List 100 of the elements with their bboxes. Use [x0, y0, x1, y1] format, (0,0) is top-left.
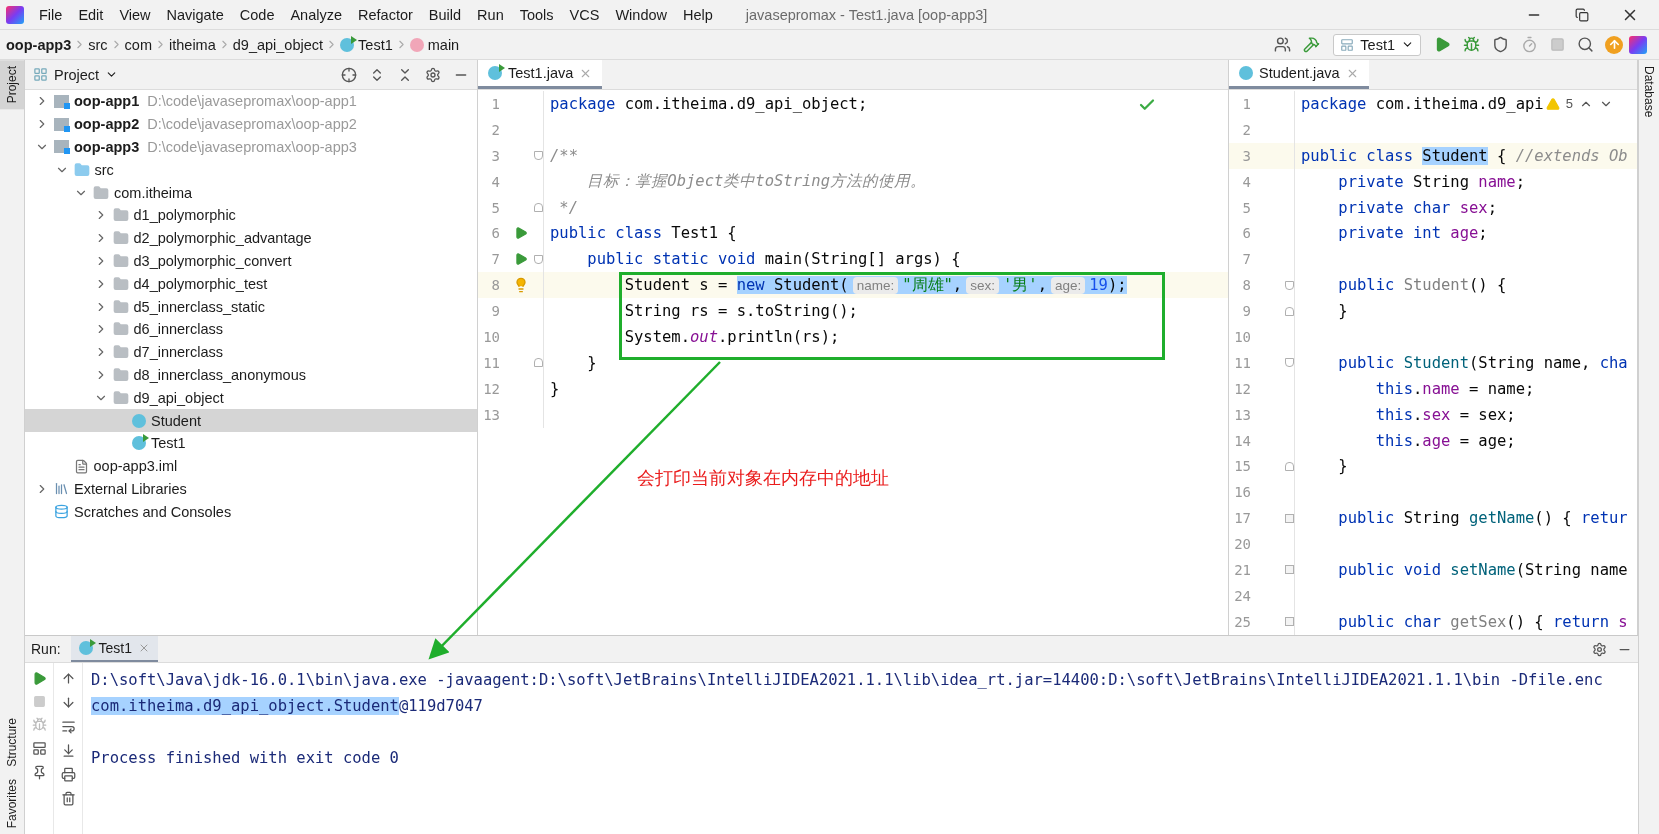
menu-item[interactable]: Help — [676, 4, 720, 25]
tool-window-tab[interactable]: Project — [0, 60, 24, 110]
tree-item[interactable]: oop-app1 D:\code\javasepromax\oop-app1 — [25, 90, 477, 113]
warning-count: 5 — [1565, 96, 1573, 111]
menu-item[interactable]: Window — [608, 4, 674, 25]
tree-item[interactable]: d6_innerclass — [25, 317, 477, 341]
tree-item[interactable]: oop-app2 D:\code\javasepromax\oop-app2 — [25, 112, 477, 136]
path-text: D:\code\javasepromax\oop-app2 — [147, 116, 357, 133]
layout-icon[interactable] — [31, 741, 47, 756]
clear-icon[interactable] — [60, 791, 76, 806]
breadcrumb[interactable]: src — [88, 36, 108, 53]
panel-title[interactable]: Project — [54, 66, 100, 83]
up-icon[interactable] — [60, 671, 76, 686]
menu-item[interactable]: Edit — [71, 4, 111, 25]
run-icon[interactable] — [514, 252, 528, 267]
method-icon — [409, 37, 424, 52]
tool-window-tab[interactable]: Database — [1639, 60, 1659, 124]
console-line: com.itheima.d9_api_object.Student@119d7047 — [91, 696, 484, 717]
menu-item[interactable]: File — [32, 4, 70, 25]
menu-item[interactable]: Analyze — [283, 4, 350, 25]
line-number: 1 — [1241, 95, 1252, 112]
console-line: D:\soft\Java\jdk-16.0.1\bin\java.exe -javaagent:D:\soft\JetBrains\IntelliJIDEA2021.1.1\lib\idea_rt.jar=14400:D:\soft\JetBrains\IntelliJIDEA2021.1.1\bin -Dfile.enc — [91, 670, 1603, 691]
line-number: 24 — [1233, 587, 1252, 604]
code-text: public Student() { — [1337, 276, 1507, 295]
run-tab[interactable]: Test1 — [70, 636, 159, 662]
tree-item[interactable]: d7_innerclass — [25, 340, 477, 364]
tree-item[interactable]: Scratches and Consoles — [25, 500, 477, 524]
code-text: this.sex = sex; — [1374, 405, 1516, 424]
line-number: 6 — [1241, 225, 1252, 242]
locate-icon[interactable] — [341, 66, 357, 83]
tool-window-tab[interactable]: Structure — [0, 711, 24, 773]
runnable-class-icon — [78, 641, 93, 655]
toolbox-logo[interactable] — [1629, 35, 1647, 54]
tree-item[interactable]: d5_innerclass_static — [25, 295, 477, 318]
line-number: 14 — [1233, 432, 1252, 449]
breadcrumb[interactable]: main — [409, 36, 460, 53]
editor-tab[interactable]: Student.java — [1229, 60, 1369, 89]
pin-icon[interactable] — [31, 765, 47, 780]
tree-item[interactable]: d2_polymorphic_advantage — [25, 226, 477, 250]
menu-item[interactable]: View — [112, 4, 158, 25]
breadcrumb[interactable]: itheima — [169, 36, 216, 53]
menu-item[interactable]: Navigate — [159, 4, 231, 25]
tool-window-tab[interactable]: Favorites — [0, 772, 24, 834]
tree-item[interactable]: d9_api_object — [25, 386, 477, 410]
folder-icon — [73, 161, 90, 178]
tree-item[interactable]: src — [25, 158, 477, 182]
tree-item[interactable]: External Libraries — [25, 477, 477, 501]
tree-item[interactable]: Test1 — [25, 431, 477, 455]
line-number: 1 — [490, 95, 501, 112]
run-icon[interactable] — [514, 226, 528, 241]
menu-item[interactable]: Refactor — [351, 4, 420, 25]
code-text: Student s = new Student( name: "周雄", sex: '男', age: 19); — [623, 274, 1127, 296]
debug-icon[interactable] — [1463, 36, 1480, 53]
user-icon[interactable] — [1274, 36, 1292, 53]
tree-item[interactable]: oop-app3 D:\code\javasepromax\oop-app3 — [25, 135, 477, 159]
code-text: public String getName() { retur — [1337, 509, 1628, 528]
line-number: 12 — [1233, 380, 1252, 397]
rerun-icon[interactable] — [31, 671, 47, 686]
tree-item[interactable]: d3_polymorphic_convert — [25, 249, 477, 273]
line-number: 9 — [1241, 303, 1252, 320]
menu-item[interactable]: Tools — [512, 4, 561, 25]
run-config-select[interactable]: Test1 — [1333, 33, 1421, 56]
breadcrumb[interactable]: com — [124, 36, 152, 53]
tree-item[interactable]: oop-app3.iml — [25, 454, 477, 478]
line-number: 9 — [490, 303, 501, 320]
build-icon[interactable] — [1303, 36, 1321, 53]
line-number: 10 — [1233, 328, 1252, 345]
menu-item[interactable]: Build — [421, 4, 469, 25]
code-text: } — [550, 379, 560, 398]
down-icon[interactable] — [60, 695, 76, 710]
package-icon — [112, 366, 129, 383]
settings-icon[interactable] — [425, 66, 441, 83]
breadcrumb[interactable]: d9_api_object — [232, 36, 324, 53]
print-icon[interactable] — [60, 767, 76, 782]
tree-item[interactable]: d4_polymorphic_test — [25, 272, 477, 296]
line-number: 16 — [1233, 484, 1252, 501]
run-icon[interactable] — [1434, 36, 1451, 53]
menu-item[interactable]: Code — [232, 4, 282, 25]
tree-item[interactable]: d8_innerclass_anonymous — [25, 363, 477, 387]
line-number: 13 — [482, 406, 501, 423]
menu-item[interactable]: VCS — [562, 4, 607, 25]
editor-tab[interactable]: Test1.java — [478, 60, 603, 89]
runnable-class-icon — [340, 37, 355, 52]
breadcrumb[interactable]: oop-app3 — [6, 36, 72, 53]
tree-item[interactable]: com.itheima — [25, 181, 477, 204]
restore-icon[interactable] — [1575, 7, 1589, 22]
settings-icon[interactable] — [1592, 641, 1607, 657]
code-text: private char sex; — [1337, 198, 1497, 217]
menu-item[interactable]: Run — [470, 4, 511, 25]
libraries-icon — [54, 481, 69, 497]
breadcrumb[interactable]: Test1 — [340, 36, 393, 53]
line-number: 25 — [1233, 613, 1252, 630]
tree-item[interactable]: Student — [25, 409, 477, 432]
wrap-icon[interactable] — [60, 719, 76, 734]
line-number: 10 — [482, 328, 501, 345]
code-text: 目标：掌握Object类中toString方法的使用。 — [586, 171, 926, 193]
coverage-icon[interactable] — [1492, 36, 1509, 53]
tree-item[interactable]: d1_polymorphic — [25, 204, 477, 227]
package-icon — [112, 344, 129, 361]
search-icon[interactable] — [1577, 36, 1594, 53]
